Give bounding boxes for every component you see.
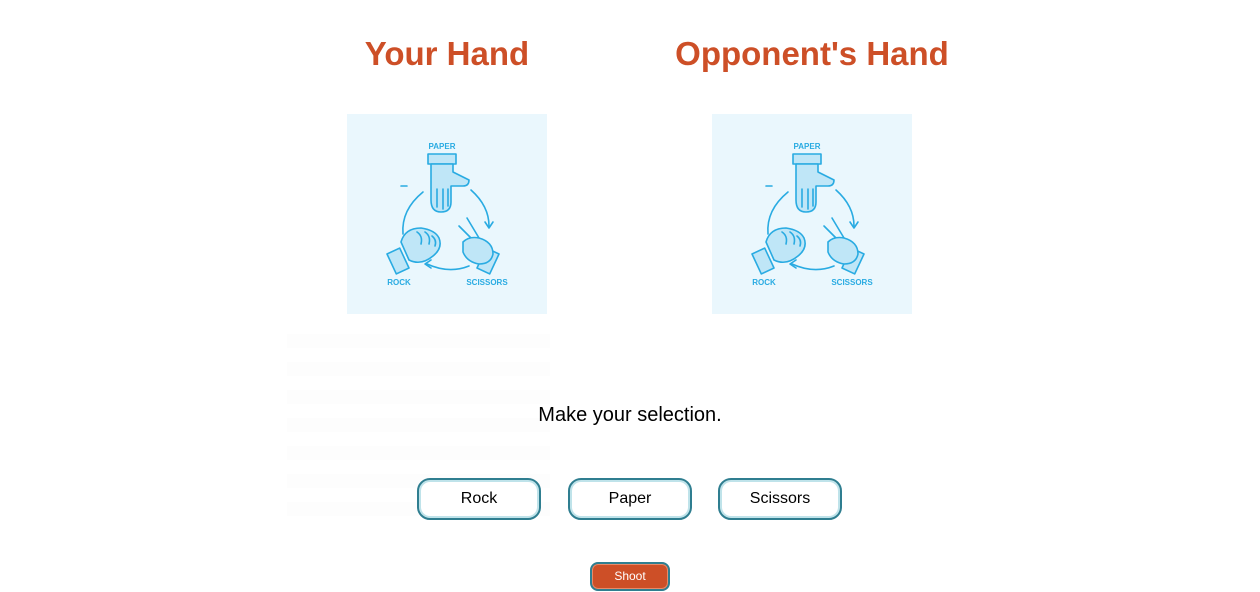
shoot-button[interactable]: Shoot: [590, 562, 670, 591]
opponent-hand-title: Opponent's Hand: [675, 35, 949, 72]
game-stage: Your Hand Opponent's Hand PAPER ROCK SCI…: [0, 0, 1260, 592]
rock-caption: ROCK: [752, 278, 776, 287]
your-hand-image: PAPER ROCK SCISSORS: [347, 114, 547, 314]
rock-paper-scissors-diagram-icon: PAPER ROCK SCISSORS: [751, 142, 873, 287]
rock-paper-scissors-diagram-icon: PAPER ROCK SCISSORS: [386, 142, 508, 287]
paper-caption: PAPER: [429, 142, 456, 151]
status-message: Make your selection.: [538, 404, 722, 426]
rock-caption: ROCK: [387, 278, 411, 287]
scissors-button[interactable]: Scissors: [718, 478, 842, 520]
scissors-caption: SCISSORS: [466, 278, 508, 287]
paper-button[interactable]: Paper: [568, 478, 692, 520]
opponent-hand-image: PAPER ROCK SCISSORS: [712, 114, 912, 314]
rock-button[interactable]: Rock: [417, 478, 541, 520]
paper-caption: PAPER: [794, 142, 821, 151]
your-hand-title: Your Hand: [364, 35, 530, 72]
scissors-caption: SCISSORS: [831, 278, 873, 287]
